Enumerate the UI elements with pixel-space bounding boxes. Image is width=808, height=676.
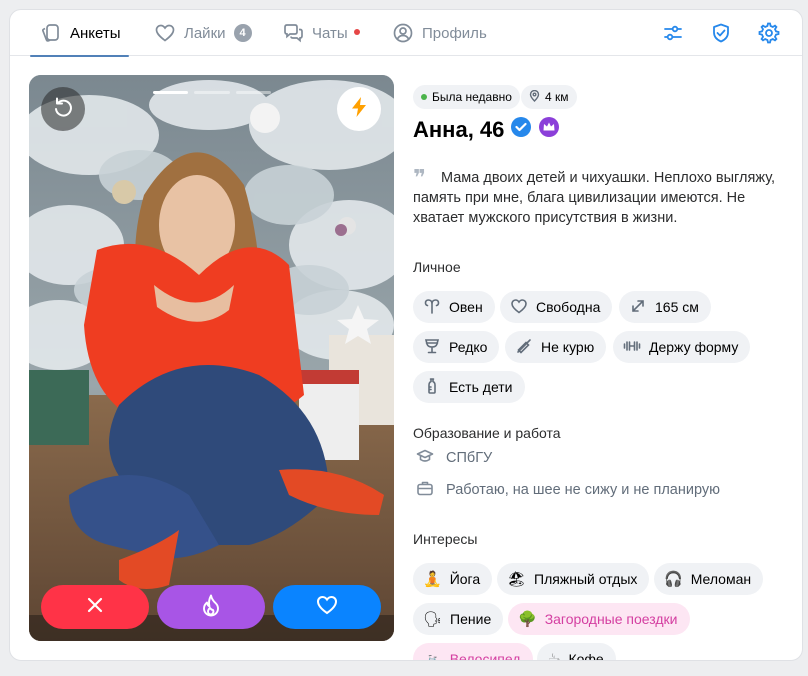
work-row: Работаю, на шее не сижу и не планирую [416,480,720,500]
baby-bottle-icon [423,377,441,398]
chat-icon [282,22,304,44]
personal-chip: Свободна [500,291,613,323]
aries-icon [423,297,441,318]
tab-label: Анкеты [70,24,121,42]
dislike-button[interactable] [41,585,149,629]
personal-chip-label: Редко [449,339,488,355]
interest-chip: 🎧 Меломан [654,563,764,595]
speaking-head-icon: 🗣 [423,610,443,628]
personal-chip-label: Не курю [541,339,595,355]
online-dot [421,94,427,100]
location-pin-icon [529,89,540,105]
personal-chip-label: Держу форму [649,339,739,355]
interest-chip-label: Пляжный отдых [534,571,638,587]
likes-count-badge: 4 [233,24,252,42]
personal-chip: 165 см [619,291,711,323]
cards-icon [40,22,62,44]
interest-chip-label: Йога [449,571,481,587]
personal-chip: Держу форму [613,331,751,363]
photo-progress-segment [153,91,189,94]
unread-dot [353,29,360,35]
interest-chip-label: Загородные поездки [544,611,678,627]
photo-progress-segment [235,91,271,94]
tab-profile[interactable]: Профиль [392,10,487,56]
graduation-cap-icon [416,447,434,469]
briefcase-icon [416,479,434,501]
heart-outline-icon [510,297,528,318]
name-age-text: Анна, 46 [413,117,505,142]
interest-chip: ☕ Кофе [537,643,616,661]
education-text: СПбГУ [446,450,493,466]
profile-card: Анкеты Лайки 4 Чаты Профиль Была недавно… [9,9,803,661]
filters-icon[interactable] [660,20,686,46]
verified-icon [510,116,532,144]
interest-chip-label: Велосипед [449,651,521,661]
status-text: Была недавно [432,90,512,104]
interest-chip: 🏖 Пляжный отдых [497,563,650,595]
online-status: Была недавно [413,85,520,109]
tab-profiles[interactable]: Анкеты [30,10,128,57]
interest-chip: 🌳 Загородные поездки [508,603,690,635]
premium-crown-icon [538,116,560,144]
profile-photo[interactable] [29,75,394,641]
shield-check-icon[interactable] [708,20,734,46]
fire-icon [199,593,223,622]
name-age: Анна, 46 [413,116,560,144]
interests-title: Интересы [413,531,478,547]
personal-chip: Редко [413,331,500,363]
like-button[interactable] [273,585,381,629]
interest-chip: 🗣 Пение [413,603,504,635]
no-smoking-icon [515,337,533,358]
headphones-icon: 🎧 [664,570,683,588]
dumbbell-icon [623,337,641,358]
profile-icon [392,22,414,44]
tab-likes[interactable]: Лайки 4 [154,10,252,56]
tab-label: Профиль [422,24,487,42]
undo-button[interactable] [41,87,85,131]
interest-chip: 🧘 Йога [413,563,493,595]
personal-chip-label: Есть дети [449,379,513,395]
heart-icon [315,593,339,622]
photo-progress-segment [194,91,230,94]
close-icon [85,595,105,620]
tab-chats[interactable]: Чаты [282,10,360,56]
bicycle-icon: 🚲 [423,650,442,661]
distance-text: 4 км [545,90,569,104]
superlike-button[interactable] [157,585,265,629]
personal-chip-label: Овен [449,299,483,315]
glass-icon [423,337,441,358]
undo-icon [51,95,75,124]
height-arrows-icon [629,297,647,318]
yoga-icon: 🧘 [423,570,442,588]
education-row: СПбГУ [416,448,492,468]
photo-image [29,75,394,641]
coffee-icon: ☕ [547,650,561,661]
interest-chip: 🚲 Велосипед [413,643,533,661]
tree-icon: 🌳 [518,610,537,628]
settings-icon[interactable] [756,20,782,46]
work-text: Работаю, на шее не сижу и не планирую [446,482,720,498]
heart-icon [154,22,176,44]
boost-button[interactable] [337,87,381,131]
distance-badge: 4 км [521,85,577,109]
photo-progress [153,91,271,94]
top-navigation: Анкеты Лайки 4 Чаты Профиль [10,10,802,57]
tab-label: Чаты [312,24,348,42]
about-text: Мама двоих детей и чихуашки. Неплохо выг… [413,170,776,226]
interest-chip-label: Меломан [690,571,752,587]
personal-chip: Овен [413,291,495,323]
personal-chip: Есть дети [413,371,525,403]
personal-chip-label: Свободна [536,299,601,315]
personal-chip: Не курю [505,331,607,363]
interest-chip-label: Кофе [568,651,604,661]
lightning-icon [347,95,371,124]
beach-icon: 🏖 [507,570,527,588]
tab-label: Лайки [184,24,226,42]
personal-chip-label: 165 см [655,299,699,315]
education-title: Образование и работа [413,425,561,441]
interest-chip-label: Пение [450,611,492,627]
personal-title: Личное [413,259,461,275]
